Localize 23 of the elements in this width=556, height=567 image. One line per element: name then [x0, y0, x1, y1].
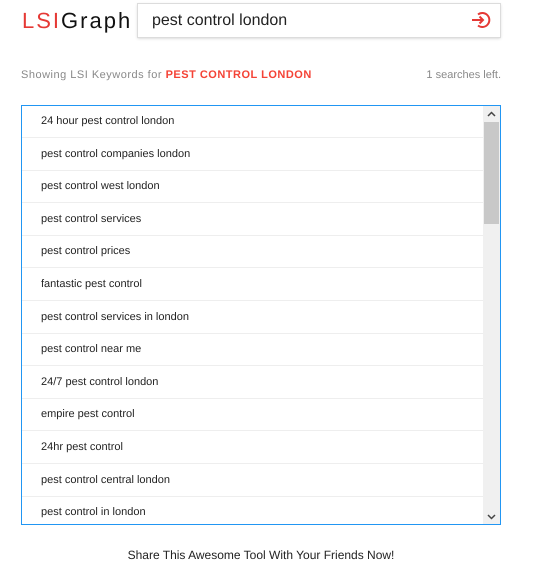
keyword-item[interactable]: pest control near me	[41, 341, 142, 358]
keyword-item[interactable]: 24 hour pest control london	[41, 113, 174, 130]
search-field[interactable]: pest control london	[137, 3, 501, 38]
chevron-up-icon[interactable]	[487, 110, 496, 116]
keyword-item[interactable]: 24hr pest control	[41, 438, 123, 456]
searches-left-text: 1 searches left.	[426, 68, 501, 83]
keyword-item[interactable]: pest control prices	[41, 243, 130, 260]
scrollbar[interactable]	[483, 106, 500, 524]
keyword-item[interactable]: pest control in london	[41, 504, 146, 521]
arrow-circle-icon[interactable]	[471, 10, 491, 30]
keyword-item[interactable]: pest control services in london	[41, 308, 189, 326]
keyword-item[interactable]: 24/7 pest control london	[41, 374, 158, 390]
keyword-item[interactable]: pest control west london	[41, 178, 160, 195]
keyword-item[interactable]: pest control services	[41, 210, 142, 228]
logo: LSI Graph	[22, 10, 134, 32]
keyword-item[interactable]: pest control central london	[41, 472, 170, 488]
chevron-down-icon[interactable]	[487, 514, 496, 520]
scrollbar-thumb[interactable]	[484, 122, 499, 224]
keyword-item[interactable]: pest control companies london	[41, 146, 190, 162]
results-caption: Showing LSI Keywords for PEST CONTROL LONDON	[21, 68, 312, 83]
keyword-item[interactable]: empire pest control	[41, 406, 135, 423]
share-text: Share This Awesome Tool With Your Friends Now!	[128, 546, 394, 564]
keyword-item[interactable]: fantastic pest control	[41, 276, 142, 293]
